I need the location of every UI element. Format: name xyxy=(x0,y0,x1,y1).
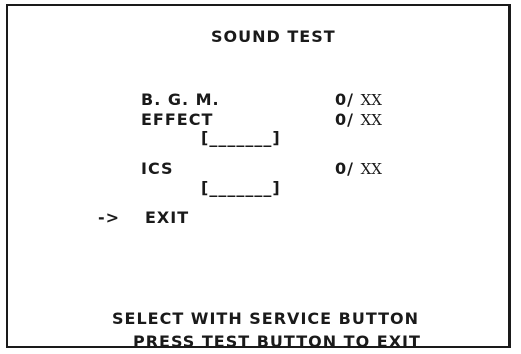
menu-item-exit[interactable]: EXIT xyxy=(145,210,189,226)
menu-item-bgm[interactable]: B. G. M. xyxy=(141,92,220,108)
ics-value: 0/ XX xyxy=(335,161,382,177)
cursor-arrow-icon: -> xyxy=(98,208,121,227)
effect-value: 0/ XX xyxy=(335,112,382,128)
menu-item-ics[interactable]: ICS xyxy=(141,161,174,177)
ics-separator: / xyxy=(347,159,354,178)
bgm-separator: / xyxy=(347,90,354,109)
bgm-current: 0 xyxy=(335,90,348,109)
bgm-max: XX xyxy=(360,91,382,109)
ics-max: XX xyxy=(360,160,382,178)
bgm-value: 0/ XX xyxy=(335,92,382,108)
effect-separator: / xyxy=(347,110,354,129)
effect-max: XX xyxy=(360,111,382,129)
effect-bracket-field: [_______] xyxy=(201,128,281,147)
menu-item-effect[interactable]: EFFECT xyxy=(141,112,213,128)
screen-title: SOUND TEST xyxy=(211,27,336,46)
ics-current: 0 xyxy=(335,159,348,178)
footer-instruction-select: SELECT WITH SERVICE BUTTON xyxy=(112,309,420,328)
effect-current: 0 xyxy=(335,110,348,129)
footer-instruction-exit: PRESS TEST BUTTON TO EXIT xyxy=(133,332,421,351)
ics-bracket-field: [_______] xyxy=(201,178,281,197)
sound-test-screen: SOUND TEST B. G. M. 0/ XX EFFECT 0/ XX [… xyxy=(6,4,511,351)
